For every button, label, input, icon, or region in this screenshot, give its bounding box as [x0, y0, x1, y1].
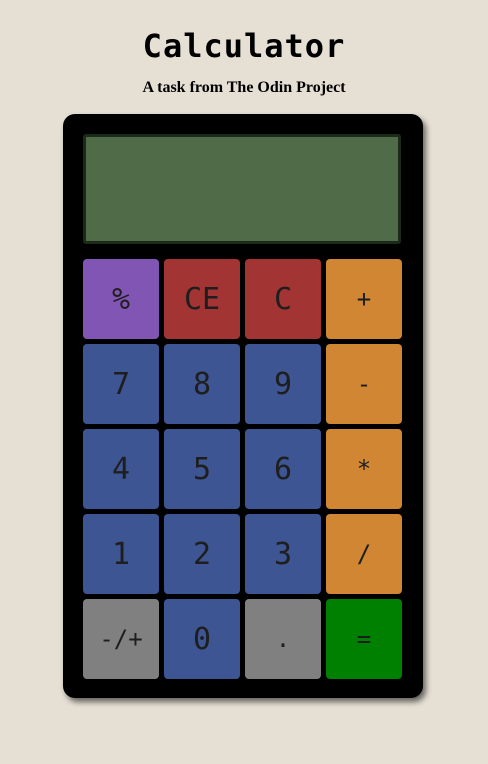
subtract-button[interactable]: - [326, 344, 402, 424]
digit-4-button[interactable]: 4 [83, 429, 159, 509]
keypad: % CE C +7 8 9- 4 5 6 * 1 2 3/ -/+ 0. = [83, 259, 402, 679]
digit-7-button[interactable]: 7 [83, 344, 159, 424]
digit-9-button[interactable]: 9 [245, 344, 321, 424]
clear-button[interactable]: C [245, 259, 321, 339]
calculator-body: % CE C +7 8 9- 4 5 6 * 1 2 3/ -/+ 0. = [63, 114, 423, 698]
multiply-button[interactable]: * [326, 429, 402, 509]
negate-button[interactable]: -/+ [83, 599, 159, 679]
digit-8-button[interactable]: 8 [164, 344, 240, 424]
digit-2-button[interactable]: 2 [164, 514, 240, 594]
digit-5-button[interactable]: 5 [164, 429, 240, 509]
calculator-display [83, 134, 401, 244]
add-button[interactable]: + [326, 259, 402, 339]
digit-3-button[interactable]: 3 [245, 514, 321, 594]
decimal-button[interactable]: . [245, 599, 321, 679]
digit-1-button[interactable]: 1 [83, 514, 159, 594]
equals-button[interactable]: = [326, 599, 402, 679]
clear-entry-button[interactable]: CE [164, 259, 240, 339]
percent-button[interactable]: % [83, 259, 159, 339]
digit-6-button[interactable]: 6 [245, 429, 321, 509]
digit-0-button[interactable]: 0 [164, 599, 240, 679]
page-subtitle: A task from The Odin Project [142, 79, 346, 96]
page-title: Calculator [142, 27, 346, 65]
divide-button[interactable]: / [326, 514, 402, 594]
